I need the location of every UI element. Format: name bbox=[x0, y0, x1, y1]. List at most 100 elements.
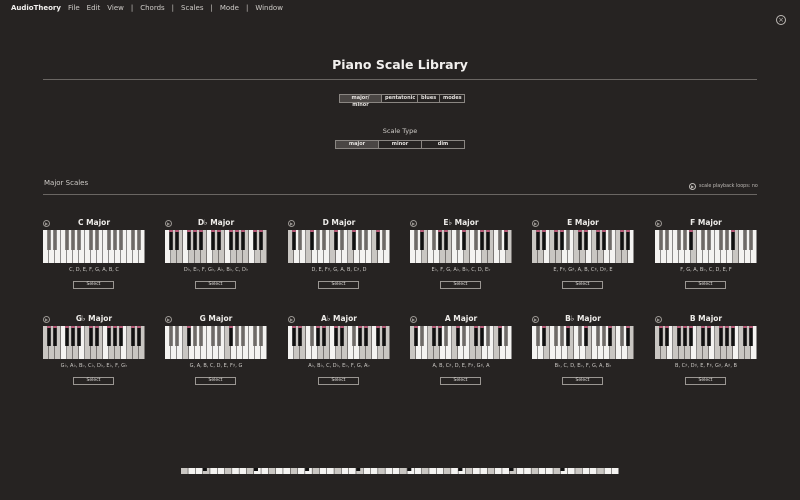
black-key bbox=[677, 230, 681, 250]
close-icon[interactable]: × bbox=[776, 15, 786, 25]
play-icon[interactable]: ▶ bbox=[532, 316, 539, 323]
strip-cell bbox=[429, 468, 436, 474]
scale-name: G♭ Major bbox=[75, 314, 113, 323]
key-highlight bbox=[444, 230, 448, 232]
black-key bbox=[438, 326, 442, 346]
black-key bbox=[480, 230, 484, 250]
play-icon[interactable]: ▶ bbox=[410, 220, 417, 227]
menu-mode[interactable]: Mode bbox=[220, 4, 239, 12]
black-key bbox=[53, 230, 57, 250]
menu-view[interactable]: View bbox=[107, 4, 124, 12]
select-button[interactable]: Select bbox=[562, 377, 603, 385]
select-button[interactable]: Select bbox=[318, 377, 359, 385]
key-highlight bbox=[474, 326, 478, 328]
menu-scales[interactable]: Scales bbox=[181, 4, 203, 12]
black-key bbox=[241, 230, 245, 250]
play-icon[interactable]: ▶ bbox=[288, 316, 295, 323]
scroll-strip[interactable] bbox=[181, 468, 621, 476]
black-key bbox=[229, 230, 233, 250]
play-icon[interactable]: ▶ bbox=[410, 316, 417, 323]
scale-card: B♭ Major ▶ B♭, C, D, E♭, F, G, A, B♭ Select bbox=[532, 314, 634, 388]
black-key bbox=[608, 230, 612, 250]
play-icon[interactable]: ▶ bbox=[655, 316, 662, 323]
loop-toggle[interactable]: ▶ scale playback loops: no bbox=[689, 183, 758, 190]
key-highlight bbox=[486, 230, 490, 232]
key-highlight bbox=[47, 326, 51, 328]
scale-type-label: Scale Type bbox=[382, 127, 418, 135]
black-key bbox=[462, 326, 466, 346]
select-button[interactable]: Select bbox=[195, 281, 236, 289]
play-icon[interactable]: ▶ bbox=[43, 316, 50, 323]
select-button[interactable]: Select bbox=[73, 281, 114, 289]
black-key bbox=[486, 230, 490, 250]
black-key bbox=[334, 326, 338, 346]
select-button[interactable]: Select bbox=[685, 377, 726, 385]
play-icon[interactable]: ▶ bbox=[288, 220, 295, 227]
key-highlight bbox=[480, 326, 484, 328]
app-name[interactable]: AudioTheory bbox=[11, 4, 61, 12]
key-highlight bbox=[626, 326, 630, 328]
type-tabs-2[interactable]: dim bbox=[422, 141, 464, 148]
black-key bbox=[578, 230, 582, 250]
strip-cell bbox=[195, 468, 203, 474]
select-button[interactable]: Select bbox=[318, 281, 359, 289]
key-highlight bbox=[229, 326, 233, 328]
key-highlight bbox=[193, 230, 197, 232]
play-icon[interactable]: ▶ bbox=[655, 220, 662, 227]
black-key bbox=[169, 326, 173, 346]
menu-file[interactable]: File bbox=[68, 4, 80, 12]
select-button[interactable]: Select bbox=[562, 281, 603, 289]
scale-notes: A♭, B♭, C, D♭, E♭, F, G, A♭ bbox=[308, 363, 370, 369]
strip-cell bbox=[275, 468, 283, 474]
strip-cell bbox=[480, 468, 488, 474]
play-icon[interactable]: ▶ bbox=[532, 220, 539, 227]
play-icon[interactable]: ▶ bbox=[165, 316, 172, 323]
strip-cell bbox=[327, 468, 334, 474]
black-key bbox=[229, 326, 233, 346]
select-button[interactable]: Select bbox=[195, 377, 236, 385]
black-key bbox=[217, 326, 221, 346]
menu-chords[interactable]: Chords bbox=[140, 4, 164, 12]
key-highlight bbox=[743, 326, 747, 328]
scale-card: G Major ▶ G, A, B, C, D, E, F♯, G Select bbox=[165, 314, 267, 388]
black-key bbox=[749, 326, 753, 346]
black-key bbox=[137, 230, 141, 250]
black-key bbox=[169, 230, 173, 250]
select-button[interactable]: Select bbox=[440, 281, 481, 289]
black-key bbox=[217, 230, 221, 250]
black-key bbox=[137, 326, 141, 346]
black-key bbox=[456, 230, 460, 250]
black-key bbox=[420, 230, 424, 250]
menu-edit[interactable]: Edit bbox=[87, 4, 101, 12]
key-highlight bbox=[113, 326, 117, 328]
key-highlight bbox=[259, 230, 263, 232]
cat-tabs-3[interactable]: modes bbox=[440, 95, 464, 102]
key-highlight bbox=[542, 326, 546, 328]
key-highlight bbox=[438, 230, 442, 232]
type-tabs-1[interactable]: minor bbox=[379, 141, 422, 148]
cat-tabs-2[interactable]: blues bbox=[418, 95, 440, 102]
menu-bar: AudioTheory File Edit View | Chords | Scales | M… bbox=[0, 0, 800, 16]
cat-tabs-1[interactable]: pentatonic bbox=[382, 95, 418, 102]
play-icon[interactable]: ▶ bbox=[165, 220, 172, 227]
menu-window[interactable]: Window bbox=[255, 4, 283, 12]
black-key bbox=[131, 230, 135, 250]
black-key bbox=[444, 230, 448, 250]
select-button[interactable]: Select bbox=[685, 281, 726, 289]
key-highlight bbox=[322, 326, 326, 328]
select-button[interactable]: Select bbox=[73, 377, 114, 385]
play-icon[interactable]: ▶ bbox=[43, 220, 50, 227]
keyboard-diagram bbox=[655, 326, 757, 359]
scale-name: A♭ Major bbox=[321, 314, 357, 323]
key-highlight bbox=[199, 230, 203, 232]
type-tabs-0[interactable]: major bbox=[336, 141, 379, 148]
key-highlight bbox=[53, 326, 57, 328]
cat-tabs-0[interactable]: major/ minor bbox=[340, 95, 382, 108]
key-highlight bbox=[602, 230, 606, 232]
black-key bbox=[689, 326, 693, 346]
loop-icon: ▶ bbox=[689, 183, 696, 190]
black-key bbox=[444, 326, 448, 346]
key-highlight bbox=[689, 326, 693, 328]
select-button[interactable]: Select bbox=[440, 377, 481, 385]
scale-notes: C, D, E, F, G, A, B, C bbox=[69, 267, 119, 273]
